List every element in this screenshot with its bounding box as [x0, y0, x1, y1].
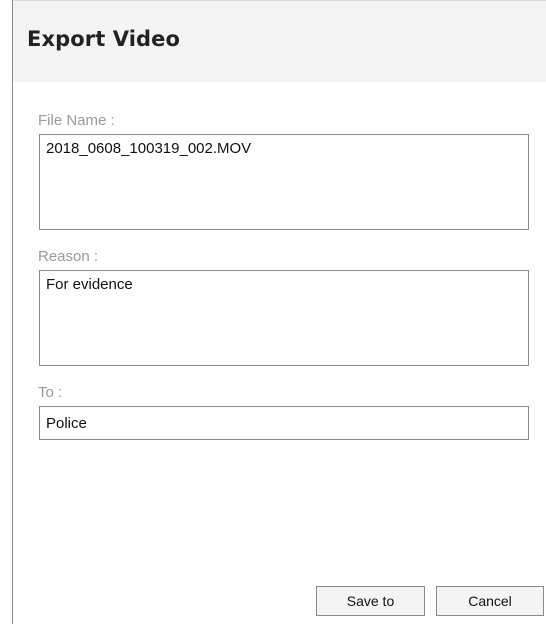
- reason-field[interactable]: For evidence: [39, 270, 529, 366]
- to-label: To :: [38, 384, 63, 401]
- to-field[interactable]: [39, 406, 529, 440]
- reason-label: Reason :: [38, 248, 99, 265]
- save-to-button[interactable]: Save to: [316, 586, 425, 616]
- dialog-title-bar: Export Video: [13, 0, 546, 82]
- dialog-title: Export Video: [27, 27, 181, 51]
- cancel-button[interactable]: Cancel: [436, 586, 544, 616]
- file-name-label: File Name :: [38, 112, 115, 129]
- export-video-dialog: Export Video File Name : 2018_0608_10031…: [12, 0, 546, 624]
- file-name-field[interactable]: 2018_0608_100319_002.MOV: [39, 134, 529, 230]
